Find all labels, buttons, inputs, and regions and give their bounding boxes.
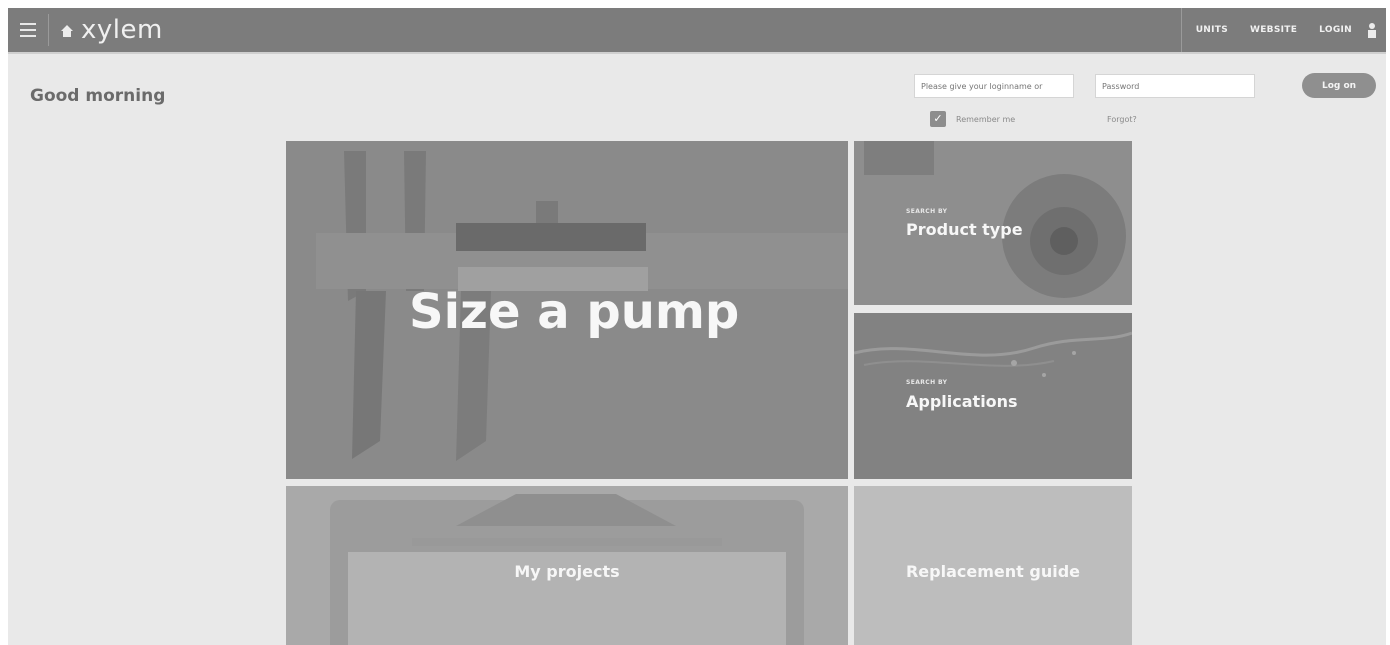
remember-me-label: Remember me [956, 115, 1016, 124]
loginname-input[interactable] [914, 74, 1074, 98]
replacement-guide-tile[interactable]: Replacement guide [854, 486, 1132, 645]
home-icon[interactable] [60, 24, 74, 38]
size-a-pump-title: Size a pump [409, 284, 740, 340]
top-nav-links: UNITS WEBSITE LOGIN [1180, 8, 1378, 52]
user-icon[interactable] [1366, 22, 1378, 38]
my-projects-tile[interactable]: My projects [286, 486, 848, 645]
menu-icon[interactable] [20, 23, 36, 37]
remember-me-checkbox[interactable]: ✓ [930, 111, 946, 127]
nav-website-link[interactable]: WEBSITE [1250, 25, 1297, 35]
greeting-text: Good morning [30, 86, 166, 106]
search-by-label: SEARCH BY [906, 379, 948, 386]
nav-units-link[interactable]: UNITS [1196, 25, 1228, 35]
search-by-label: SEARCH BY [906, 208, 948, 215]
replacement-guide-title: Replacement guide [905, 562, 1080, 581]
nav-login-link[interactable]: LOGIN [1319, 25, 1352, 35]
product-type-title: Product type [906, 220, 1023, 239]
product-type-tile[interactable]: SEARCH BY Product type [854, 141, 1132, 305]
log-on-button[interactable]: Log on [1302, 73, 1376, 98]
top-navigation-bar: xylem UNITS WEBSITE LOGIN [8, 8, 1386, 54]
brand-logo[interactable]: xylem [81, 15, 163, 45]
size-a-pump-tile[interactable]: Size a pump [286, 141, 848, 479]
divider [48, 14, 49, 46]
app-frame: xylem UNITS WEBSITE LOGIN Good morning L… [8, 8, 1386, 645]
checkmark-icon: ✓ [933, 112, 943, 125]
forgot-password-link[interactable]: Forgot? [1107, 115, 1137, 124]
password-input[interactable] [1095, 74, 1255, 98]
my-projects-title: My projects [514, 562, 620, 581]
applications-tile[interactable]: SEARCH BY Applications [854, 313, 1132, 479]
divider [1180, 8, 1182, 52]
applications-title: Applications [906, 392, 1018, 411]
